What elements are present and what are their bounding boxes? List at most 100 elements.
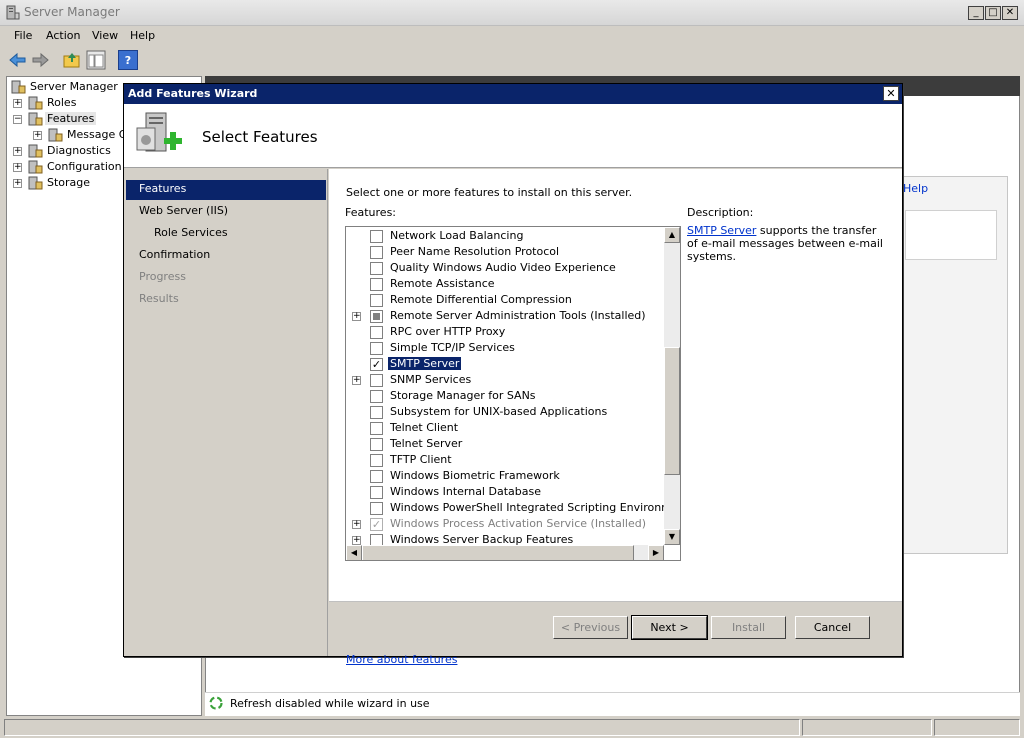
feature-row[interactable]: Peer Name Resolution Protocol: [346, 244, 664, 260]
minimize-button[interactable]: _: [968, 6, 984, 20]
collapse-icon[interactable]: −: [13, 115, 22, 124]
wizard-step-features[interactable]: Features: [126, 180, 326, 200]
feature-row[interactable]: Remote Assistance: [346, 276, 664, 292]
expand-icon[interactable]: +: [352, 312, 361, 321]
feature-checkbox[interactable]: [370, 390, 383, 403]
maximize-button[interactable]: □: [985, 6, 1001, 20]
wizard-step-web-server-iis[interactable]: Web Server (IIS): [126, 202, 326, 222]
feature-row[interactable]: Remote Differential Compression: [346, 292, 664, 308]
tree-item-label: Diagnostics: [47, 144, 111, 157]
tree-item-label: Roles: [47, 96, 77, 109]
feature-row[interactable]: Telnet Client: [346, 420, 664, 436]
feature-label: Telnet Server: [390, 437, 463, 450]
menu-help[interactable]: Help: [126, 29, 159, 42]
install-button[interactable]: Install: [711, 616, 786, 639]
diagnostics-icon: [28, 144, 43, 158]
expand-icon[interactable]: +: [13, 99, 22, 108]
feature-row[interactable]: Network Load Balancing: [346, 228, 664, 244]
scroll-up-arrow-icon[interactable]: ▲: [664, 227, 680, 243]
horizontal-scrollbar[interactable]: ◀ ▶: [346, 545, 664, 560]
feature-label: Remote Assistance: [390, 277, 495, 290]
wizard-step-progress: Progress: [139, 270, 186, 283]
wizard-divider: [329, 601, 902, 602]
feature-label: Remote Server Administration Tools (Inst…: [390, 309, 646, 322]
feature-checkbox[interactable]: [370, 406, 383, 419]
wizard-titlebar: Add Features Wizard ✕: [124, 84, 902, 104]
feature-row[interactable]: TFTP Client: [346, 452, 664, 468]
roles-icon: [28, 96, 43, 110]
back-icon[interactable]: [8, 50, 28, 70]
feature-checkbox[interactable]: [370, 278, 383, 291]
status-panel-2: [802, 719, 932, 736]
feature-checkbox[interactable]: [370, 326, 383, 339]
feature-row[interactable]: + SNMP Services: [346, 372, 664, 388]
feature-checkbox[interactable]: [370, 342, 383, 355]
message-queue-icon: [48, 128, 63, 142]
help-icon[interactable]: ?: [118, 50, 138, 70]
show-hide-tree-icon[interactable]: [86, 50, 106, 70]
up-folder-icon[interactable]: [62, 50, 82, 70]
feature-checkbox[interactable]: [370, 310, 383, 323]
feature-row[interactable]: + Remote Server Administration Tools (Ins…: [346, 308, 664, 324]
wizard-step-role-services[interactable]: Role Services: [126, 224, 326, 244]
expand-icon[interactable]: +: [13, 163, 22, 172]
horizontal-scroll-thumb[interactable]: [362, 545, 634, 560]
expand-icon[interactable]: +: [352, 536, 361, 545]
scroll-down-arrow-icon[interactable]: ▼: [664, 529, 680, 545]
feature-row[interactable]: + ✓ Windows Process Activation Service (In…: [346, 516, 664, 532]
expand-icon[interactable]: +: [33, 131, 42, 140]
wizard-close-button[interactable]: ✕: [883, 86, 899, 101]
previous-button[interactable]: < Previous: [553, 616, 628, 639]
feature-row[interactable]: Storage Manager for SANs: [346, 388, 664, 404]
description-text: SMTP Server supports the transfer of e-m…: [687, 224, 887, 263]
feature-row[interactable]: RPC over HTTP Proxy: [346, 324, 664, 340]
description-link[interactable]: SMTP Server: [687, 224, 756, 237]
feature-row[interactable]: Quality Windows Audio Video Experience: [346, 260, 664, 276]
menu-view[interactable]: View: [88, 29, 122, 42]
menu-action[interactable]: Action: [42, 29, 84, 42]
features-icon: [28, 112, 43, 126]
feature-checkbox[interactable]: [370, 422, 383, 435]
feature-row[interactable]: ✓ SMTP Server: [346, 356, 664, 372]
status-bar: [0, 717, 1024, 738]
feature-checkbox[interactable]: [370, 294, 383, 307]
feature-checkbox[interactable]: [370, 246, 383, 259]
feature-row[interactable]: Windows Internal Database: [346, 484, 664, 500]
feature-row[interactable]: Windows PowerShell Integrated Scripting …: [346, 500, 664, 516]
feature-checkbox[interactable]: [370, 262, 383, 275]
feature-checkbox[interactable]: [370, 374, 383, 387]
feature-label: Windows Biometric Framework: [390, 469, 560, 482]
menu-file[interactable]: File: [10, 29, 36, 42]
feature-checkbox[interactable]: [370, 502, 383, 515]
feature-row[interactable]: Windows Biometric Framework: [346, 468, 664, 484]
feature-checkbox[interactable]: [370, 486, 383, 499]
help-link[interactable]: Help: [903, 182, 928, 195]
feature-row[interactable]: Simple TCP/IP Services: [346, 340, 664, 356]
feature-checkbox[interactable]: [370, 454, 383, 467]
feature-row[interactable]: Telnet Server: [346, 436, 664, 452]
refresh-status-text: Refresh disabled while wizard in use: [230, 697, 430, 710]
expand-icon[interactable]: +: [13, 179, 22, 188]
storage-icon: [28, 176, 43, 190]
scroll-left-arrow-icon[interactable]: ◀: [346, 545, 362, 560]
status-panel-main: [4, 719, 800, 736]
feature-row[interactable]: Subsystem for UNIX-based Applications: [346, 404, 664, 420]
feature-checkbox[interactable]: [370, 470, 383, 483]
next-button[interactable]: Next >: [631, 615, 708, 640]
expand-icon[interactable]: +: [352, 520, 361, 529]
feature-checkbox[interactable]: ✓: [370, 358, 383, 371]
scroll-right-arrow-icon[interactable]: ▶: [648, 545, 664, 560]
menubar: File Action View Help: [0, 27, 1024, 47]
close-button[interactable]: ✕: [1002, 6, 1018, 20]
more-about-features-link[interactable]: More about features: [346, 653, 457, 666]
cancel-button[interactable]: Cancel: [795, 616, 870, 639]
wizard-content: Select one or more features to install o…: [329, 169, 902, 666]
forward-icon[interactable]: [30, 50, 50, 70]
expand-icon[interactable]: +: [13, 147, 22, 156]
feature-checkbox[interactable]: [370, 438, 383, 451]
vertical-scroll-thumb[interactable]: [664, 347, 680, 475]
expand-icon[interactable]: +: [352, 376, 361, 385]
wizard-step-confirmation[interactable]: Confirmation: [126, 246, 326, 266]
feature-checkbox[interactable]: [370, 230, 383, 243]
vertical-scrollbar[interactable]: ▲ ▼: [664, 227, 680, 545]
